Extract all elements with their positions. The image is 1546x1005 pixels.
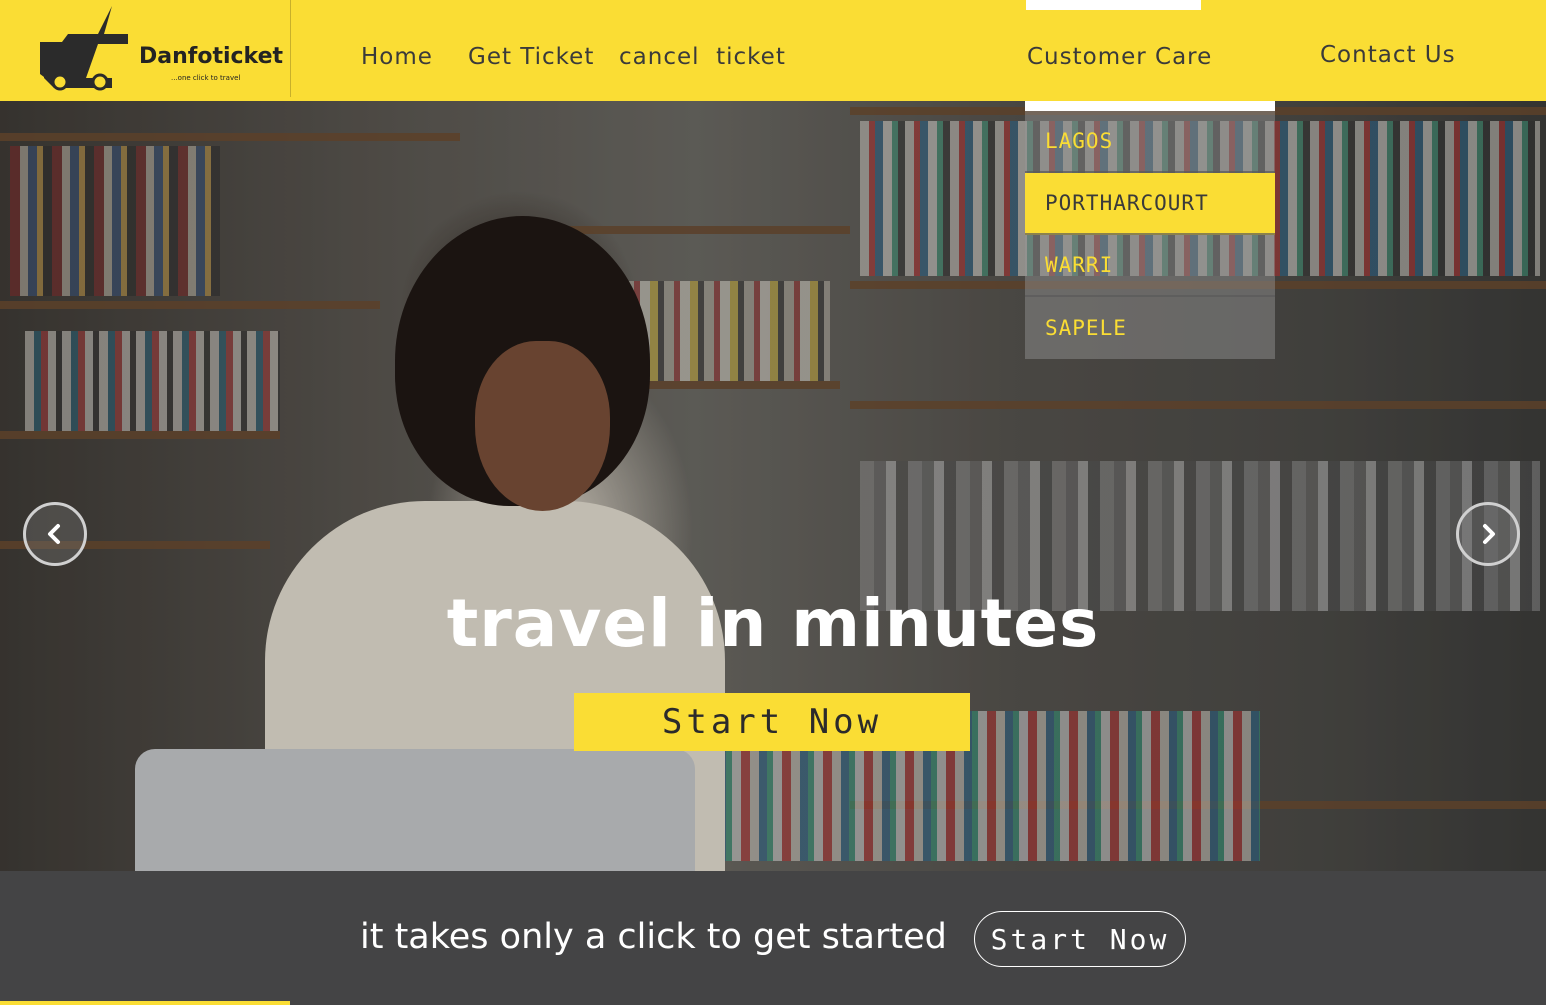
carousel-prev-button[interactable] [23,502,87,566]
dropdown-item-warri[interactable]: WARRI [1025,235,1275,297]
customer-care-dropdown: LAGOS PORTHARCOURT WARRI SAPELE [1025,101,1275,359]
dropdown-item-portharcourt[interactable]: PORTHARCOURT [1025,173,1275,235]
nav-contact-us[interactable]: Contact Us [1320,42,1456,68]
bottom-accent-line [0,1001,290,1005]
brand-name: Danfoticket [139,44,284,69]
nav-active-indicator [1026,0,1201,10]
dropdown-item-sapele[interactable]: SAPELE [1025,297,1275,359]
nav-home[interactable]: Home [361,44,433,70]
bottom-tagline: it takes only a click to get started [360,917,947,957]
bottom-start-now-button[interactable]: Start Now [974,911,1186,967]
hero-carousel [0,101,1546,871]
dropdown-item-lagos[interactable]: LAGOS [1025,111,1275,173]
hero-title: travel in minutes [446,585,1100,662]
nav-cancel-ticket[interactable]: cancel ticket [619,44,786,70]
hero-overlay [0,101,1546,871]
logo-divider [290,0,291,97]
bus-logo-icon [40,6,128,91]
dropdown-top-border [1025,101,1275,111]
chevron-right-icon [1483,524,1495,544]
bottom-cta-bar: it takes only a click to get started Sta… [0,871,1546,1005]
nav-customer-care[interactable]: Customer Care [1027,44,1212,70]
carousel-next-button[interactable] [1456,502,1520,566]
top-navbar: Danfoticket ...one click to travel Home … [0,0,1546,101]
hero-start-now-button[interactable]: Start Now [574,693,970,751]
brand-tagline: ...one click to travel [171,74,241,82]
chevron-left-icon [48,524,60,544]
nav-get-ticket[interactable]: Get Ticket [468,44,594,70]
